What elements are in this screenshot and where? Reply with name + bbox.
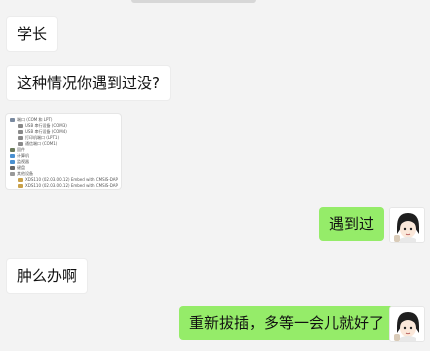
message-image-device-manager[interactable]: 端口 (COM 和 LPT) USB 串行设备 (COM3) USB 串行设备 … <box>5 113 122 190</box>
tree-row: XDS110 (02.03.00.12) Embed with CMSIS-DA… <box>18 183 118 188</box>
tree-row: 固件 <box>10 147 25 152</box>
message-bubble-incoming[interactable]: 这种情况你遇到过没? <box>6 65 171 101</box>
tree-row: 其他设备 <box>10 171 33 176</box>
cartoon-girl-avatar-icon <box>390 307 424 341</box>
message-text: 学长 <box>17 25 48 43</box>
message-bubble-incoming[interactable]: 肿么办啊 <box>6 258 89 294</box>
message-bubble-incoming[interactable]: 学长 <box>6 16 59 52</box>
tree-row: USB 串行设备 (COM3) <box>18 123 67 128</box>
tree-row: XDS110 (02.03.00.12) Embed with CMSIS-DA… <box>18 177 118 182</box>
tree-row: USB 串行设备 (COM4) <box>18 129 67 134</box>
tree-row: 监视器 <box>10 159 29 164</box>
tree-row: 打印机端口 (LPT1) <box>18 135 59 140</box>
message-bubble-outgoing[interactable]: 重新拔插，多等一会儿就好了 <box>179 306 395 340</box>
message-bubble-outgoing[interactable]: 遇到过 <box>319 207 385 241</box>
message-text: 肿么办啊 <box>17 267 78 285</box>
cartoon-girl-avatar-icon <box>390 208 424 242</box>
tree-row: 键盘 <box>10 165 25 170</box>
avatar-icon[interactable] <box>389 207 425 243</box>
top-divider <box>131 0 256 3</box>
avatar-icon[interactable] <box>389 306 425 342</box>
message-text: 遇到过 <box>329 215 375 233</box>
tree-row: 端口 (COM 和 LPT) <box>10 117 52 122</box>
message-text: 这种情况你遇到过没? <box>17 74 160 92</box>
message-text: 重新拔插，多等一会儿就好了 <box>189 314 385 332</box>
tree-row: 通信端口 (COM1) <box>18 141 57 146</box>
tree-row: 计算机 <box>10 153 29 158</box>
